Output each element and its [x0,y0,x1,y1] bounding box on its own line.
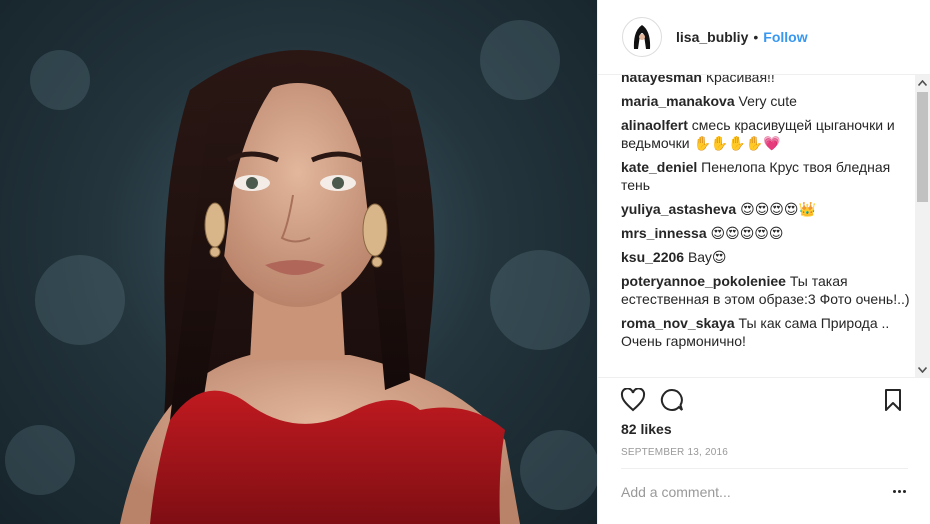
comment-username[interactable]: alinaolfert [621,117,688,133]
post-header: lisa_bubliy • Follow [598,0,930,74]
likes-count[interactable]: 82 likes [621,421,672,437]
comment-item: mrs_innessa 😍😍😍😍😍 [621,224,914,242]
comment-username[interactable]: mrs_innessa [621,225,707,241]
comment-item: kate_deniel Пенелопа Крус твоя бледная т… [621,158,914,194]
comment-item: ksu_2206 Вау😍 [621,248,914,266]
username[interactable]: lisa_bubliy [676,29,748,45]
heart-icon[interactable] [620,387,646,417]
post-side-panel: lisa_bubliy • Follow natayesman Красивая… [597,0,930,524]
comment-username[interactable]: poteryannoe_pokoleniee [621,273,786,289]
more-icon[interactable] [893,490,906,493]
comment-username[interactable]: roma_nov_skaya [621,315,735,331]
comments-scrollbar[interactable] [915,75,930,377]
comment-text: 😍😍😍😍😍 [710,225,784,241]
scroll-down-icon[interactable] [915,362,930,377]
post-date[interactable]: SEPTEMBER 13, 2016 [621,447,728,458]
comment-username[interactable]: kate_deniel [621,159,697,175]
comment-text: Very cute [738,93,797,109]
comment-icon[interactable] [660,388,684,417]
comment-item: roma_nov_skaya Ты как сама Природа .. Оч… [621,314,914,350]
comment-item: natayesman Красивая!! [621,75,914,86]
comment-username[interactable]: natayesman [621,75,702,85]
comment-text: Красивая!! [705,75,775,85]
separator-dot: • [753,29,759,45]
comment-text: 😍😍😍😍👑 [740,201,816,217]
comment-text: Вау😍 [687,249,727,265]
post-photo[interactable] [0,0,597,524]
follow-button[interactable]: Follow [763,29,807,45]
comment-item: poteryannoe_pokoleniee Ты такая естестве… [621,272,914,308]
comment-username[interactable]: yuliya_astasheva [621,201,736,217]
avatar[interactable] [622,17,662,57]
comment-item: alinaolfert смесь красивущей цыганочки и… [621,116,914,152]
scroll-up-icon[interactable] [915,75,930,90]
scroll-thumb[interactable] [917,92,928,202]
divider [621,468,908,469]
divider [598,377,930,378]
add-comment-input[interactable] [621,484,871,500]
comment-item: yuliya_astasheva 😍😍😍😍👑 [621,200,914,218]
bookmark-icon[interactable] [884,388,902,417]
comment-username[interactable]: maria_manakova [621,93,735,109]
comment-item: maria_manakova Very cute [621,92,914,110]
comment-username[interactable]: ksu_2206 [621,249,684,265]
comments-list[interactable]: natayesman Красивая!! maria_manakova Very… [621,75,914,377]
post-actions [620,387,910,417]
